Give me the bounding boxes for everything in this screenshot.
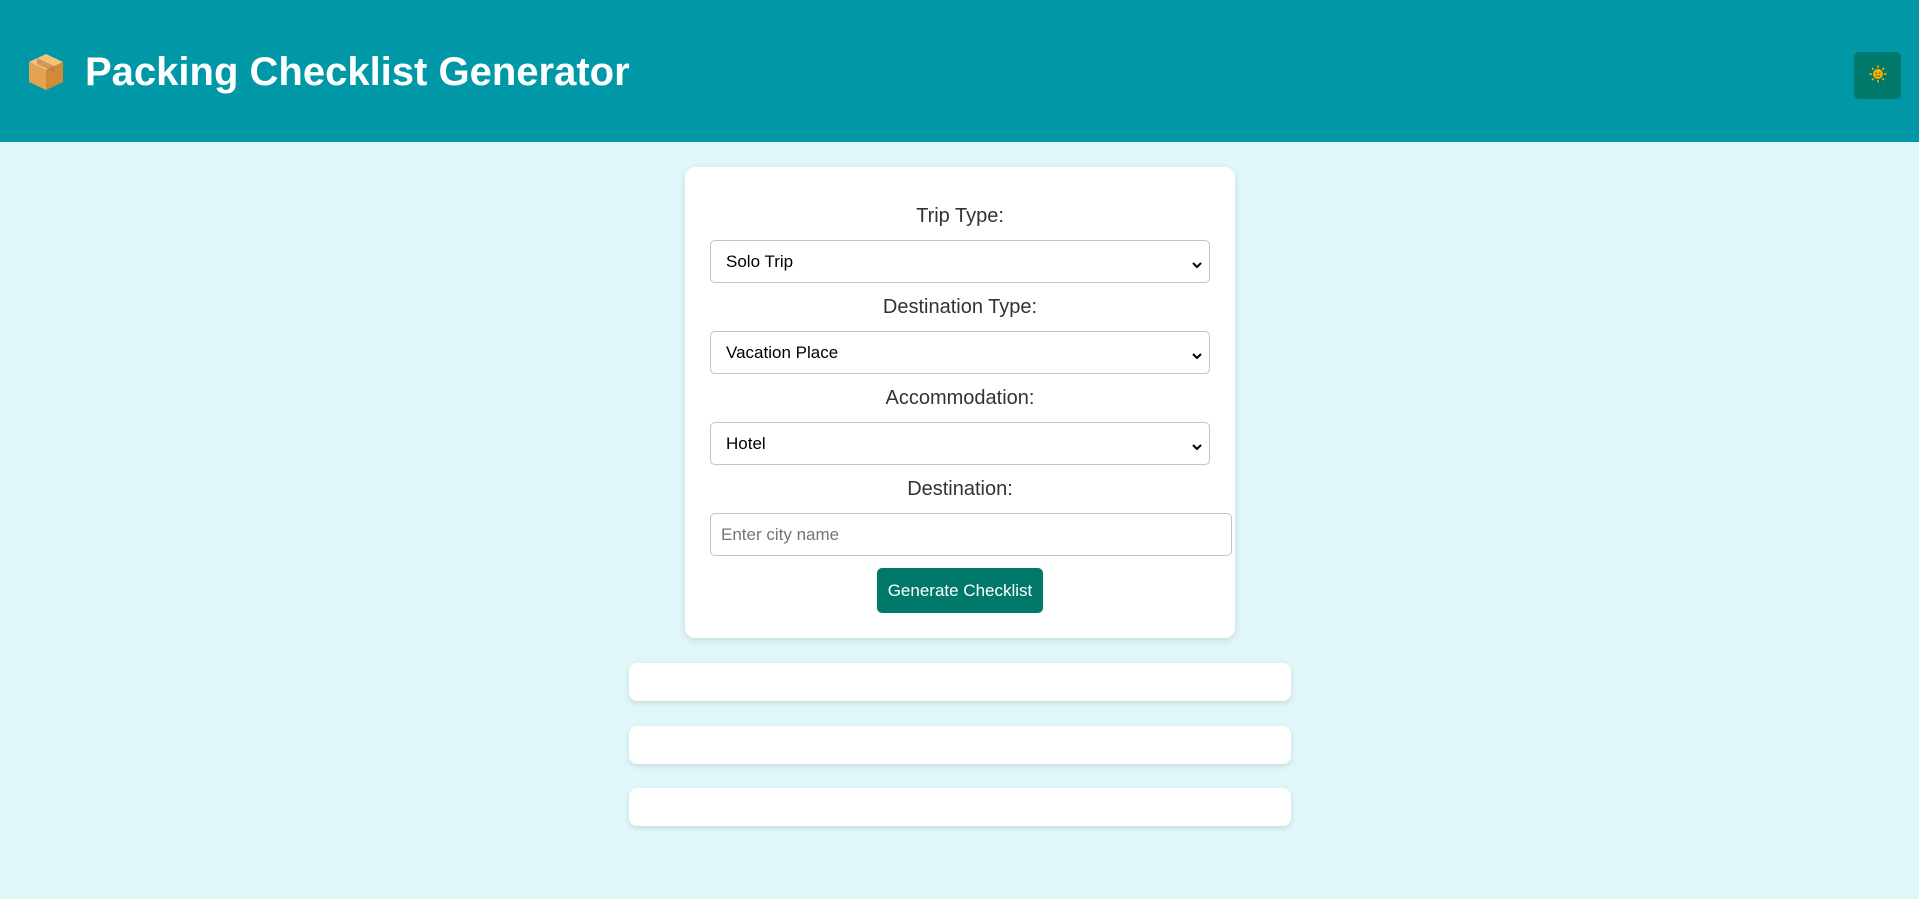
- destination-type-value: Vacation Place: [726, 343, 839, 362]
- checklist-panel: [629, 788, 1291, 826]
- package-icon: [26, 52, 66, 92]
- accommodation-value: Hotel: [726, 434, 766, 453]
- trip-type-select[interactable]: Solo Trip: [710, 240, 1210, 283]
- sun-face-icon: [1869, 65, 1887, 86]
- chevron-down-icon: [1191, 438, 1203, 451]
- chevron-down-icon: [1191, 256, 1203, 269]
- app-title: Packing Checklist Generator: [85, 50, 630, 94]
- checklist-panel: [629, 726, 1291, 764]
- accommodation-select[interactable]: Hotel: [710, 422, 1210, 465]
- chevron-down-icon: [1191, 347, 1203, 360]
- trip-form-card: Trip Type: Solo Trip Destination Type: V…: [685, 167, 1235, 638]
- destination-type-label: Destination Type:: [882, 296, 1038, 318]
- destination-label: Destination:: [907, 478, 1013, 500]
- checklist-panel: [629, 663, 1291, 701]
- theme-toggle-button[interactable]: [1854, 52, 1901, 99]
- app-header: Packing Checklist Generator: [0, 0, 1919, 142]
- destination-input[interactable]: [710, 513, 1232, 556]
- accommodation-label: Accommodation:: [885, 387, 1035, 409]
- destination-type-select[interactable]: Vacation Place: [710, 331, 1210, 374]
- generate-checklist-button[interactable]: Generate Checklist: [877, 568, 1043, 613]
- trip-type-label: Trip Type:: [916, 205, 1004, 227]
- trip-type-value: Solo Trip: [726, 252, 794, 271]
